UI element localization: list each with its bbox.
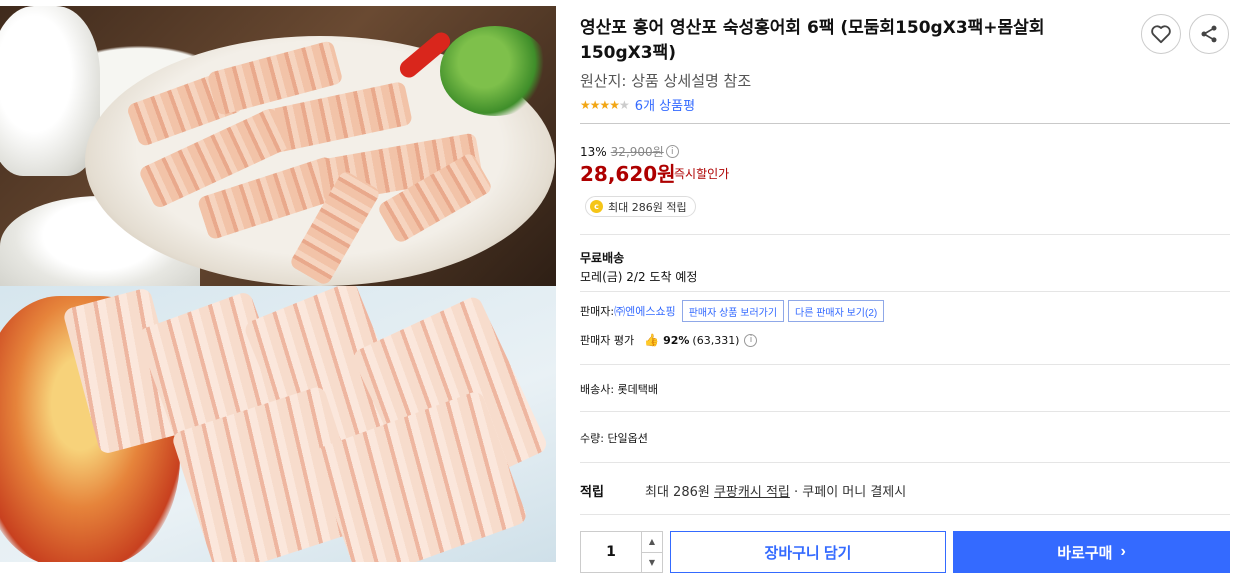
arrival-estimate: 모레(금) 2/2 도착 예정 [580, 270, 698, 284]
chevron-up-icon: ▲ [648, 537, 656, 547]
divider [580, 291, 1230, 292]
sale-price: 28,620원 [580, 162, 676, 186]
product-info-panel: 영산포 홍어 영산포 숙성홍어회 6팩 (모둠회150gX3팩+몸살회 150g… [580, 0, 1230, 588]
seller-label: 판매자: [580, 305, 615, 318]
reward-chip: c 최대 286원 적립 [585, 196, 696, 217]
reward-text: 최대 286원 쿠팡캐시 적립 · 쿠페이 머니 결제시 [645, 481, 906, 500]
star-empty-icon: ★ [619, 97, 630, 112]
divider [580, 411, 1230, 412]
heart-icon [1151, 25, 1171, 44]
add-to-cart-button[interactable]: 장바구니 담기 [670, 531, 946, 573]
chevron-down-icon: ▼ [648, 557, 656, 567]
share-button[interactable] [1189, 14, 1229, 54]
discount-rate: 13% [580, 144, 607, 159]
chevron-right-icon: › [1120, 543, 1126, 560]
seller-eval-label: 판매자 평가 [580, 334, 635, 347]
star-icon: ★★★★ [580, 97, 620, 112]
reward-title: 적립 [580, 485, 604, 500]
greens-decoration [440, 26, 550, 116]
info-icon[interactable]: i [665, 145, 679, 158]
coin-icon: c [590, 200, 603, 213]
product-title: 영산포 홍어 영산포 숙성홍어회 6팩 (모둠회150gX3팩+몸살회 150g… [580, 18, 1045, 63]
review-count-link[interactable]: 6개 상품평 [635, 95, 695, 114]
sale-price-label: 즉시할인가 [674, 167, 730, 181]
coupang-cash-link[interactable]: 쿠팡캐시 적립 [714, 485, 790, 500]
divider [580, 364, 1230, 365]
product-image-closeup[interactable] [0, 286, 556, 562]
other-sellers-button[interactable]: 다른 판매자 보기(2) [788, 300, 885, 322]
info-icon[interactable]: i [744, 333, 758, 347]
wishlist-button[interactable] [1141, 14, 1181, 54]
stepper-arrows: ▲ ▼ [641, 532, 662, 572]
decrement-button[interactable]: ▼ [642, 553, 662, 573]
divider [580, 462, 1230, 463]
buy-now-button[interactable]: 바로구매 › [953, 531, 1230, 573]
view-seller-products-button[interactable]: 판매자 상품 보러가기 [681, 300, 785, 322]
product-image-plated-fish[interactable] [0, 6, 556, 286]
reward-row: 적립 최대 286원 쿠팡캐시 적립 · 쿠페이 머니 결제시 [580, 481, 906, 500]
reward-prefix: 최대 286원 [645, 485, 710, 500]
share-icon [1201, 25, 1217, 43]
divider [580, 123, 1230, 124]
seller-eval-row: 판매자 평가 👍 92% (63,331) i [580, 332, 758, 348]
seller-eval-percent: 92% [663, 333, 690, 347]
divider [580, 234, 1230, 235]
buy-now-label: 바로구매 [1057, 544, 1113, 562]
divider [580, 514, 1230, 515]
increment-button[interactable]: ▲ [642, 532, 662, 553]
seller-name-link[interactable]: ㈜엔에스쇼핑 [614, 303, 676, 319]
quantity-option: 수량: 단일옵션 [580, 432, 648, 445]
quantity-input[interactable]: 1 [581, 532, 641, 572]
quantity-stepper[interactable]: 1 ▲ ▼ [580, 531, 663, 573]
thumbs-up-icon: 👍 [644, 333, 660, 347]
seller-eval-count: (63,331) [692, 333, 740, 347]
reward-chip-text: 최대 286원 적립 [608, 200, 687, 214]
shipping-title: 무료배송 [580, 251, 625, 265]
carrier-info: 배송사: 롯데택배 [580, 383, 659, 396]
origin-info: 원산지: 상품 상세설명 참조 [580, 72, 752, 90]
product-image-gallery[interactable] [0, 6, 556, 562]
reward-suffix: · 쿠페이 머니 결제시 [794, 485, 907, 500]
star-rating: ★★★★★ [580, 97, 630, 112]
rating-row[interactable]: ★★★★★ 6개 상품평 [580, 95, 695, 115]
seller-row: 판매자: ㈜엔에스쇼핑 판매자 상품 보러가기 다른 판매자 보기(2) [580, 300, 888, 322]
